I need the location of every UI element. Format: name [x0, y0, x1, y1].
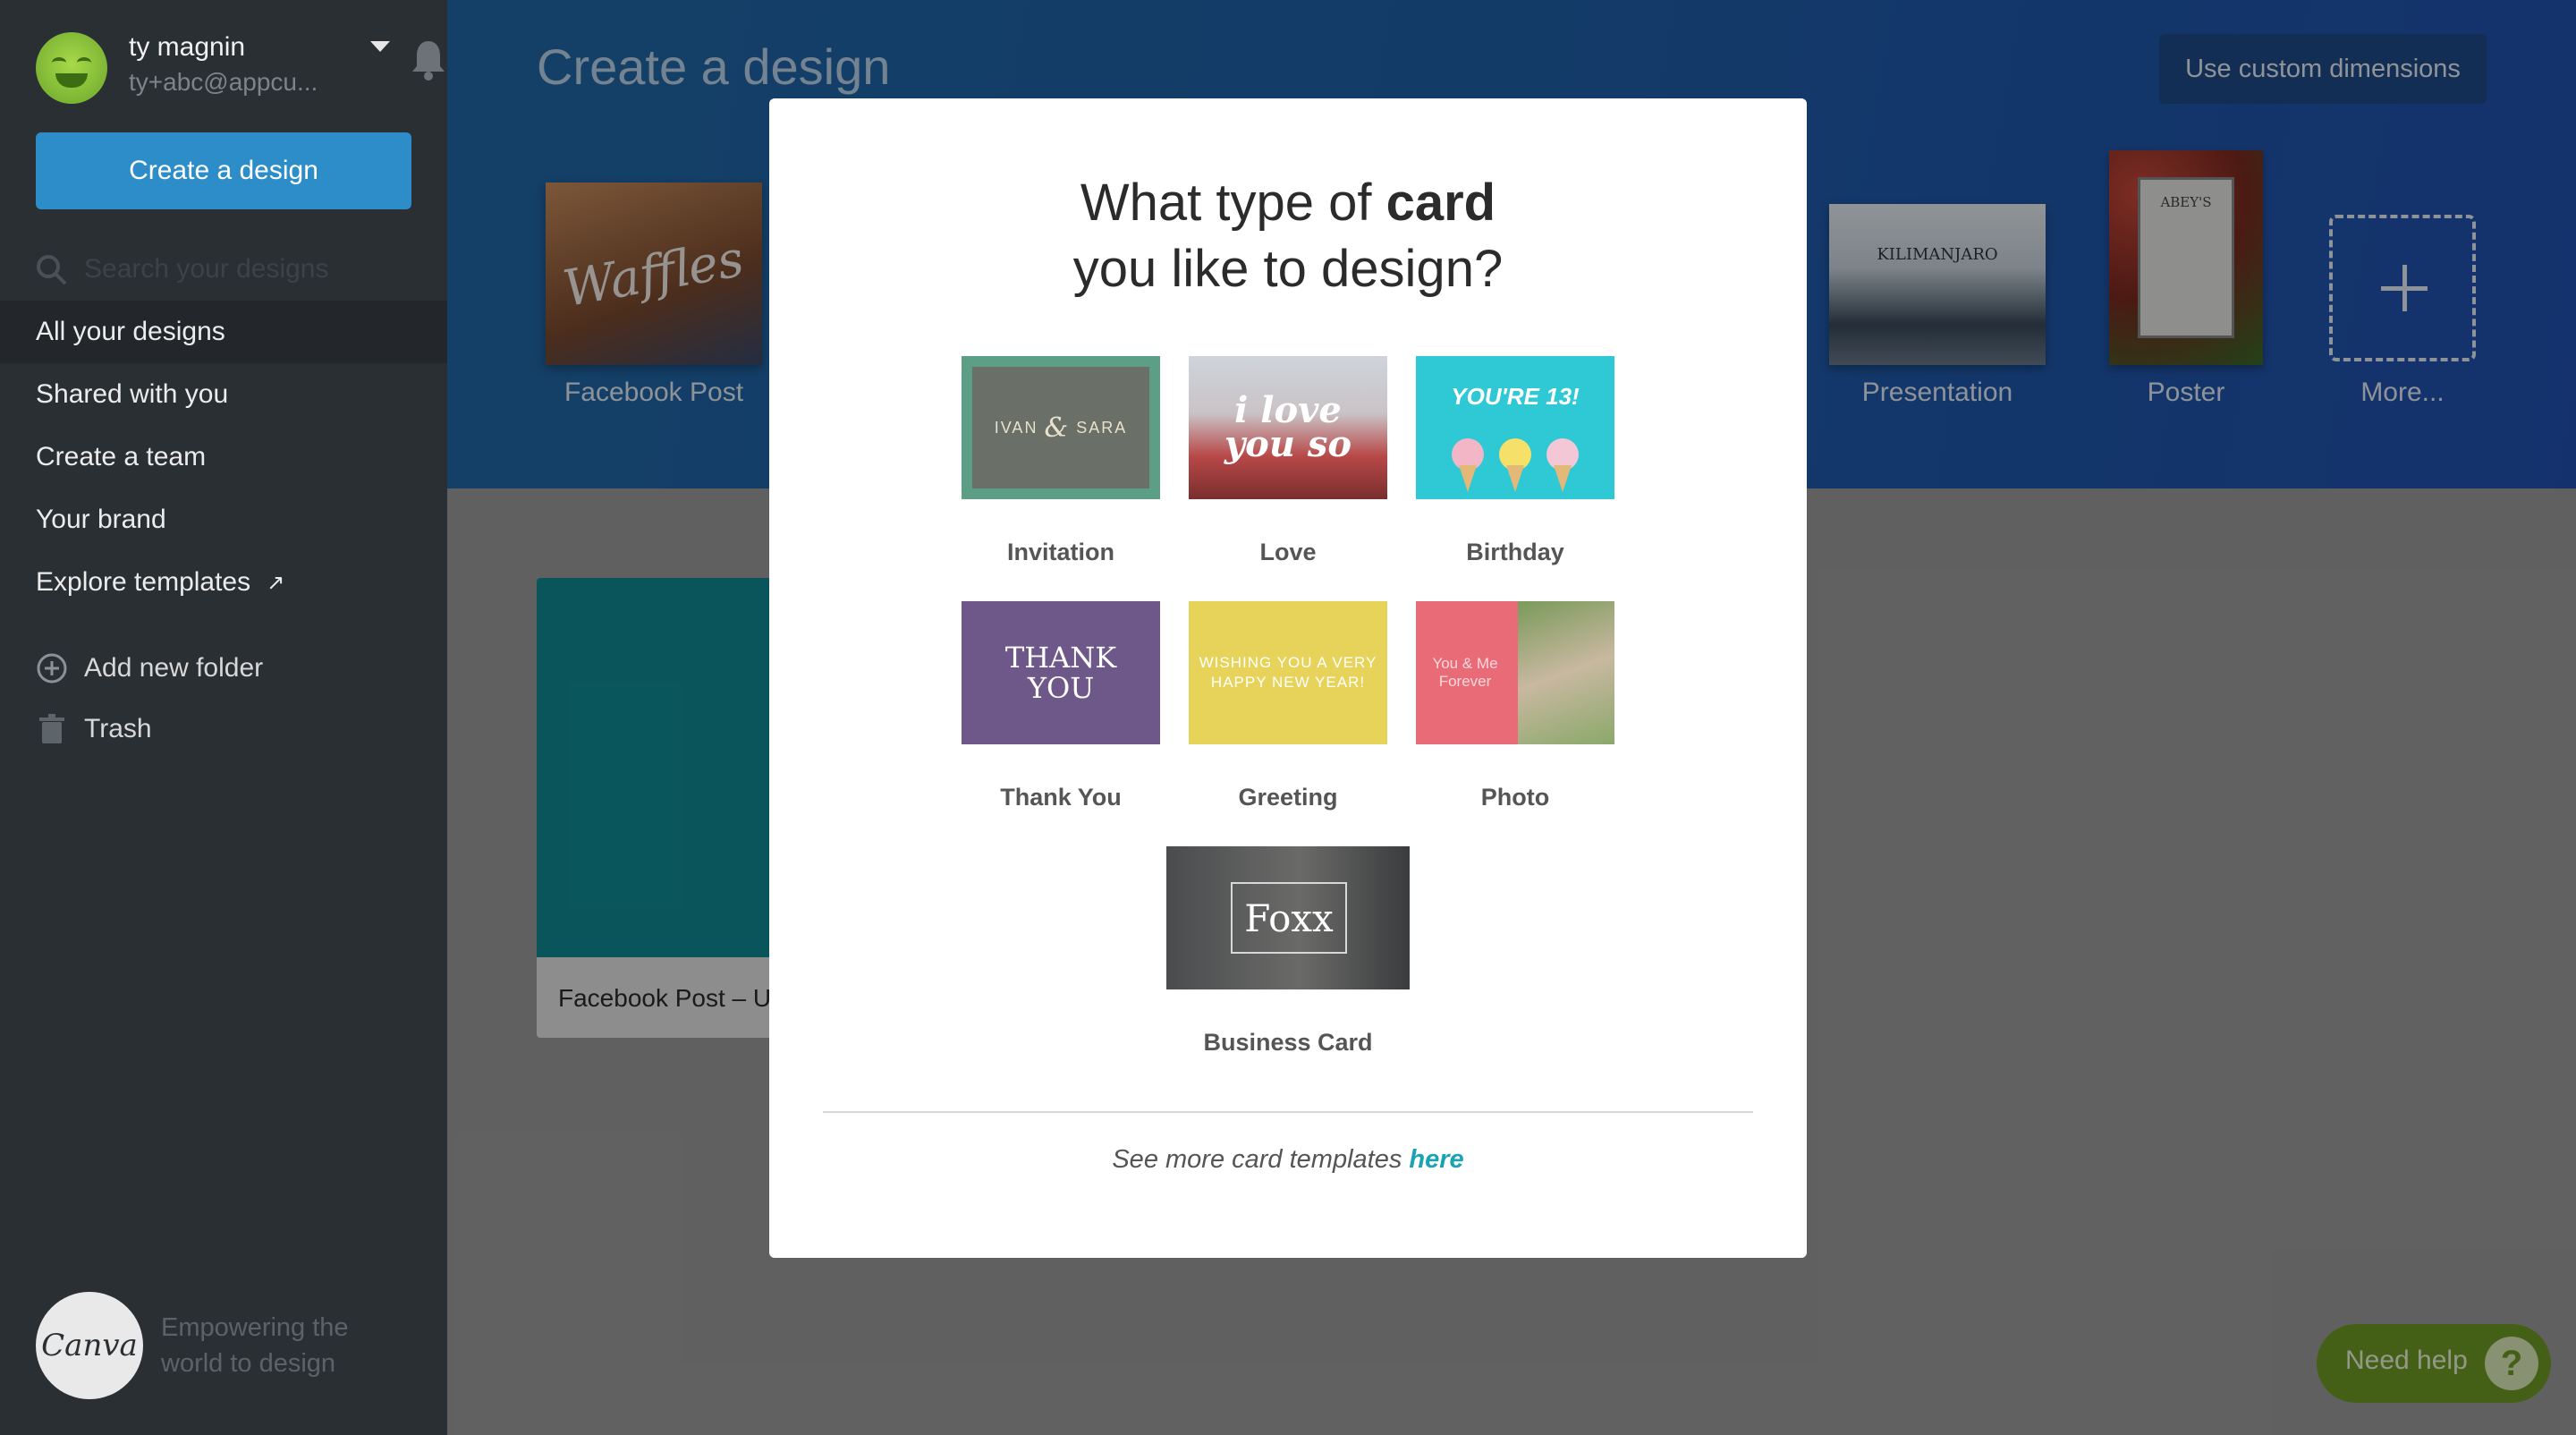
- card-thumbnail: IVAN & SARA: [962, 356, 1160, 499]
- nav-label: All your designs: [36, 317, 225, 346]
- thumbnail-text: &: [1044, 412, 1071, 444]
- canva-logo[interactable]: Canva: [36, 1292, 143, 1399]
- card-thumbnail: YOU'RE 13!: [1416, 356, 1614, 499]
- card-option-business-card[interactable]: Foxx Business Card: [1163, 846, 1413, 1061]
- card-option-photo[interactable]: You & Me Forever Photo: [1412, 601, 1618, 816]
- card-thumbnail: Foxx: [1166, 846, 1410, 989]
- nav-label: Your brand: [36, 505, 166, 534]
- user-name: ty magnin: [129, 32, 246, 62]
- search-input[interactable]: [84, 249, 406, 290]
- card-thumbnail: You & Me Forever: [1416, 601, 1614, 744]
- trash-icon: [39, 714, 64, 743]
- card-label: Love: [1259, 539, 1317, 565]
- bell-icon[interactable]: [410, 38, 447, 81]
- thumbnail-text: i love you so: [1224, 389, 1352, 465]
- card-thumbnail: WISHING YOU A VERY HAPPY NEW YEAR!: [1189, 601, 1387, 744]
- sidebar: ty magnin ty+abc@appcu... Create a desig…: [0, 0, 476, 1435]
- nav-label: Explore templates: [36, 567, 251, 597]
- see-more-label: See more card templates: [1112, 1145, 1410, 1174]
- chevron-down-icon[interactable]: [370, 41, 390, 52]
- card-label: Thank You: [1000, 784, 1122, 811]
- nav-shared-with-you[interactable]: Shared with you: [0, 363, 447, 426]
- modal-title: What type of card you like to design?: [769, 170, 1807, 302]
- thumbnail-text: YOU'RE 13!: [1451, 383, 1580, 410]
- thumbnail-text: THANK YOU: [1004, 641, 1117, 705]
- nav-explore-templates[interactable]: Explore templates ↗: [0, 551, 447, 614]
- nav-label: Create a team: [36, 442, 207, 471]
- nav-your-brand[interactable]: Your brand: [0, 488, 447, 551]
- trash-button[interactable]: Trash: [36, 707, 152, 751]
- add-folder-label: Add new folder: [84, 653, 264, 683]
- search-icon: [37, 255, 67, 285]
- card-option-love[interactable]: i love you so Love: [1185, 356, 1391, 571]
- nav-all-designs[interactable]: All your designs: [0, 301, 476, 363]
- card-thumbnail: THANK YOU: [962, 601, 1160, 744]
- search-bar: [36, 249, 420, 290]
- avatar[interactable]: [36, 32, 107, 104]
- card-option-birthday[interactable]: YOU'RE 13! Birthday: [1412, 356, 1618, 571]
- title-text: you like to design?: [1072, 240, 1504, 298]
- card-label: Birthday: [1466, 539, 1564, 565]
- nav-label: Shared with you: [36, 379, 229, 409]
- card-label: Business Card: [1203, 1029, 1373, 1056]
- user-email: ty+abc@appcu...: [129, 68, 318, 96]
- title-text: What type of: [1080, 174, 1386, 232]
- card-label: Photo: [1480, 784, 1550, 811]
- card-option-thank-you[interactable]: THANK YOU Thank You: [958, 601, 1164, 816]
- see-more-text: See more card templates here: [769, 1145, 1807, 1175]
- external-link-icon: ↗: [267, 570, 285, 595]
- add-folder-button[interactable]: Add new folder: [36, 646, 263, 691]
- thumbnail-text: Foxx: [1244, 896, 1334, 940]
- card-label: Invitation: [1007, 539, 1114, 565]
- plus-circle-icon: [37, 653, 67, 684]
- thumbnail-text: You & Me Forever: [1432, 655, 1498, 690]
- thumbnail-text: WISHING YOU A VERY HAPPY NEW YEAR!: [1199, 654, 1377, 691]
- card-type-modal: What type of card you like to design? IV…: [769, 98, 1807, 1258]
- card-label: Greeting: [1238, 784, 1338, 811]
- card-thumbnail: i love you so: [1189, 356, 1387, 499]
- tagline: Empowering the world to design: [161, 1313, 349, 1378]
- see-more-link[interactable]: here: [1409, 1145, 1463, 1174]
- thumbnail-text: IVAN: [994, 418, 1038, 437]
- user-menu[interactable]: ty magnin ty+abc@appcu...: [36, 32, 445, 113]
- nav-create-team[interactable]: Create a team: [0, 426, 447, 488]
- card-option-greeting[interactable]: WISHING YOU A VERY HAPPY NEW YEAR! Greet…: [1185, 601, 1391, 816]
- trash-label: Trash: [84, 714, 152, 743]
- card-option-invitation[interactable]: IVAN & SARA Invitation: [958, 356, 1164, 571]
- title-bold: card: [1385, 174, 1496, 232]
- divider: [823, 1111, 1753, 1113]
- thumbnail-text: SARA: [1076, 418, 1128, 437]
- create-design-button[interactable]: Create a design: [36, 132, 411, 209]
